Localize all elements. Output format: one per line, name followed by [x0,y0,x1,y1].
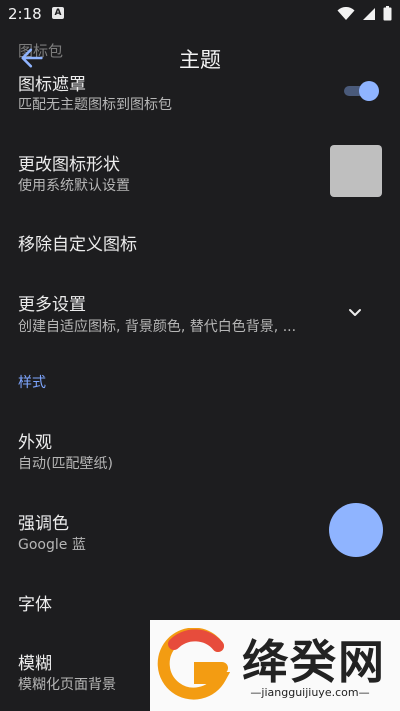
blur-title: 模糊 [18,654,52,674]
appearance-row[interactable]: 外观 自动(匹配壁纸) [0,418,400,480]
status-time: 2:18 [8,5,42,23]
watermark-brand: 绛癸网 [242,635,386,689]
icon-shape-title: 更改图标形状 [18,155,120,175]
blur-subtitle: 模糊化页面背景 [18,677,116,693]
watermark-overlay: 绛癸网 —jiangguijiuye.com— [150,620,400,711]
appearance-title: 外观 [18,433,52,453]
icon-mask-row[interactable]: 图标遮罩 匹配无主题图标到图标包 [0,66,400,128]
icon-mask-subtitle: 匹配无主题图标到图标包 [18,97,172,113]
more-settings-title: 更多设置 [18,295,86,315]
battery-icon [383,6,392,21]
icon-shape-row[interactable]: 更改图标形状 使用系统默认设置 [0,140,400,202]
more-settings-row[interactable]: 更多设置 创建自适应图标, 背景颜色, 替代白色背景, ... [0,280,400,342]
accent-color-row[interactable]: 强调色 Google 蓝 [0,499,400,561]
icon-mask-toggle[interactable] [342,80,380,102]
remove-custom-icons-row[interactable]: 移除自定义图标 [0,218,400,266]
icon-mask-title: 图标遮罩 [18,75,86,95]
status-icons [337,6,392,21]
watermark-logo [157,628,230,700]
wifi-icon [337,6,355,20]
chevron-down-icon[interactable] [346,303,364,321]
status-bar: 2:18 A [0,0,400,28]
icon-shape-subtitle: 使用系统默认设置 [18,178,130,194]
notification-a-icon: A [52,7,64,19]
section-header-style: 样式 [18,375,46,391]
signal-icon [363,7,375,20]
watermark-url: —jiangguijiuye.com— [250,686,370,699]
appearance-subtitle: 自动(匹配壁纸) [18,456,113,472]
remove-custom-icons-title: 移除自定义图标 [18,235,137,255]
font-title: 字体 [18,595,52,615]
accent-color-subtitle: Google 蓝 [18,537,86,553]
accent-color-swatch [329,503,383,557]
more-settings-subtitle: 创建自适应图标, 背景颜色, 替代白色背景, ... [18,319,297,335]
accent-color-title: 强调色 [18,514,69,534]
icon-shape-preview [330,145,382,197]
